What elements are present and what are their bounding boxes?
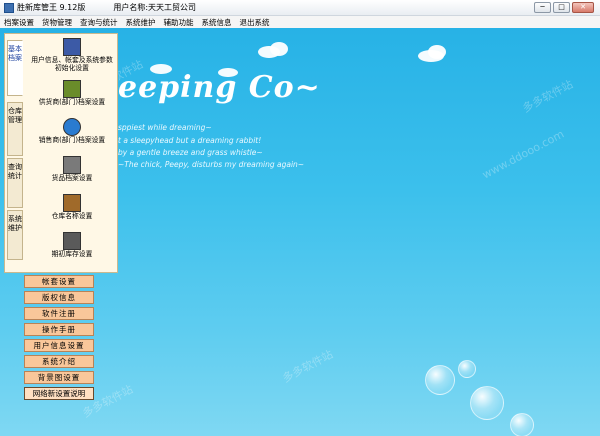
app-icon — [4, 2, 14, 13]
menu-exit[interactable]: 退出系统 — [236, 17, 274, 28]
network-settings-help-button[interactable]: 网络新设置说明 — [24, 387, 94, 400]
bubble-shape — [458, 360, 476, 378]
menu-archive-settings[interactable]: 档案设置 — [0, 17, 38, 28]
shortcut-buttons: 帐套设置 版权信息 软件注册 操作手册 用户信息设置 系统介绍 背景图设置 网络… — [24, 275, 94, 403]
books-icon — [63, 38, 81, 56]
warehouse-icon — [63, 193, 81, 212]
tab-system-maintenance[interactable]: 系统维护 — [7, 210, 23, 260]
tool-label: 销售商(部门)档案设置 — [38, 135, 106, 144]
account-set-button[interactable]: 帐套设置 — [24, 275, 94, 288]
tab-warehouse-management[interactable]: 仓库管理 — [7, 102, 23, 156]
menu-goods-management[interactable]: 货物管理 — [38, 17, 76, 28]
window-controls: ─ □ ✕ — [534, 2, 594, 13]
tool-label: 期初库存设置 — [51, 249, 93, 258]
background-tagline: sppiest while dreaming~ — [118, 123, 212, 132]
tool-opening-stock[interactable]: 期初库存设置 — [29, 226, 115, 264]
tool-goods-archive[interactable]: 货品档案设置 — [29, 150, 115, 188]
tool-seller-archive[interactable]: 销售商(部门)档案设置 — [29, 112, 115, 150]
background-tagline: t a sleepyhead but a dreaming rabbit! — [118, 136, 262, 145]
watermark-text: www.ddooo.com — [480, 127, 567, 182]
vertical-tabs: 基本档案 仓库管理 查询统计 系统维护 — [5, 34, 25, 272]
background-brand: eeping Co~ — [118, 70, 321, 105]
bubble-shape — [470, 386, 504, 420]
tool-label: 用户信息、帐套及系统参数初始化设置 — [31, 56, 113, 72]
system-intro-button[interactable]: 系统介绍 — [24, 355, 94, 368]
tool-user-account-init[interactable]: 用户信息、帐套及系统参数初始化设置 — [29, 36, 115, 74]
user-info-settings-button[interactable]: 用户信息设置 — [24, 339, 94, 352]
background-tagline: by a gentle breeze and grass whistle~ — [118, 148, 263, 157]
manual-button[interactable]: 操作手册 — [24, 323, 94, 336]
cloud-shape — [270, 42, 288, 56]
tab-basic-archive[interactable]: 基本档案 — [7, 40, 23, 96]
maximize-button[interactable]: □ — [553, 2, 570, 13]
menu-bar: 档案设置 货物管理 查询与统计 系统维护 辅助功能 系统信息 退出系统 — [0, 16, 600, 28]
menu-system-info[interactable]: 系统信息 — [198, 17, 236, 28]
globe-icon — [63, 117, 81, 136]
desktop-background: eeping Co~ sppiest while dreaming~ t a s… — [0, 28, 600, 436]
menu-system-maintenance[interactable]: 系统维护 — [122, 17, 160, 28]
software-register-button[interactable]: 软件注册 — [24, 307, 94, 320]
company-name: 用户名称:天天工贸公司 — [113, 3, 197, 12]
menu-auxiliary[interactable]: 辅助功能 — [160, 17, 198, 28]
background-settings-button[interactable]: 背景图设置 — [24, 371, 94, 384]
binders-icon — [63, 79, 81, 98]
title-bar: 胜新库管王 9.12版 用户名称:天天工贸公司 ─ □ ✕ — [0, 0, 600, 16]
bubble-shape — [425, 365, 455, 395]
tool-list: 用户信息、帐套及系统参数初始化设置 供货商(部门)档案设置 销售商(部门)档案设… — [29, 36, 115, 264]
navigation-panel: 基本档案 仓库管理 查询统计 系统维护 用户信息、帐套及系统参数初始化设置 供货… — [4, 33, 118, 273]
tool-label: 仓库名称设置 — [51, 211, 93, 220]
bubble-shape — [510, 413, 534, 436]
copyright-info-button[interactable]: 版权信息 — [24, 291, 94, 304]
background-tagline: ~The chick, Peepy, disturbs my dreaming … — [118, 160, 305, 169]
minimize-button[interactable]: ─ — [534, 2, 551, 13]
tab-query-statistics[interactable]: 查询统计 — [7, 158, 23, 208]
package-icon — [63, 155, 81, 174]
tool-label: 货品档案设置 — [51, 173, 93, 182]
tool-supplier-archive[interactable]: 供货商(部门)档案设置 — [29, 74, 115, 112]
menu-query-statistics[interactable]: 查询与统计 — [76, 17, 122, 28]
tool-warehouse-name[interactable]: 仓库名称设置 — [29, 188, 115, 226]
cloud-shape — [428, 45, 446, 59]
close-button[interactable]: ✕ — [572, 2, 594, 13]
window-title: 胜新库管王 9.12版 — [17, 3, 86, 12]
watermark-text: 多多软件站 — [520, 77, 576, 116]
watermark-text: 多多软件站 — [280, 347, 336, 386]
printer-icon — [63, 231, 81, 250]
tool-label: 供货商(部门)档案设置 — [38, 97, 106, 106]
